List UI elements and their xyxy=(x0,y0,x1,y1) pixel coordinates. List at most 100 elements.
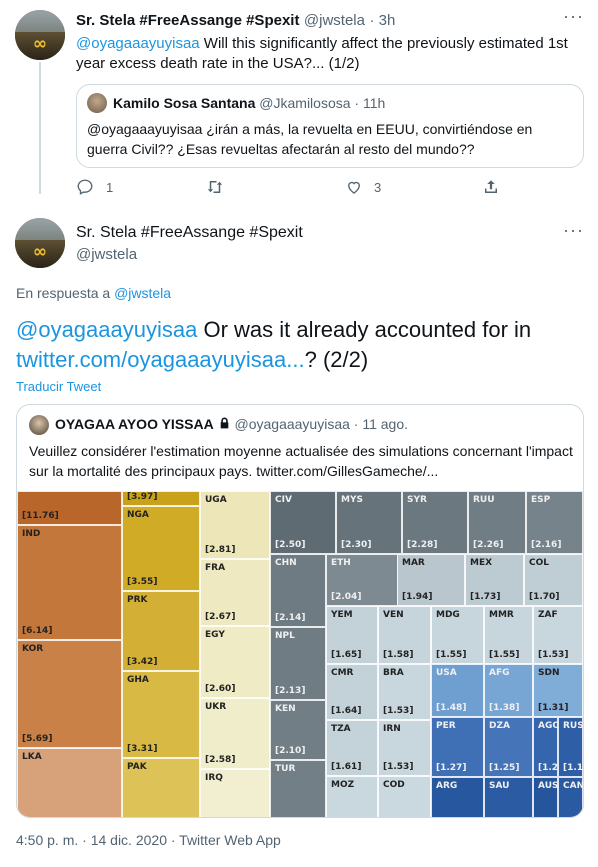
quoted-text: @oyagaaayuyisaa ¿irán a más, la revuelta… xyxy=(87,121,533,157)
treemap-cell: [3.97] xyxy=(122,491,200,506)
treemap-value-label: [1.65] xyxy=(331,650,362,660)
treemap-country-label: EGY xyxy=(205,630,225,640)
treemap-cell: CAN xyxy=(558,777,583,817)
treemap-value-label: [2.28] xyxy=(407,540,438,550)
treemap-cell: SDN [1.31] xyxy=(533,664,583,717)
quoted-handle: @oyagaaayuyisaa xyxy=(234,416,350,432)
quoted-avatar xyxy=(29,415,49,435)
treemap-value-label: [3.55] xyxy=(127,577,158,587)
treemap-country-label: KEN xyxy=(275,704,296,714)
mention-link[interactable]: @oyagaaayuyisaa xyxy=(16,317,197,342)
treemap-cell: ZAF [1.53] xyxy=(533,606,583,664)
more-options-icon[interactable]: ··· xyxy=(563,220,584,241)
share-button[interactable] xyxy=(482,178,500,196)
reply-count: 1 xyxy=(106,179,114,195)
treemap-country-label: NPL xyxy=(275,631,295,641)
treemap-cell: CIV [2.50] xyxy=(270,491,336,554)
quoted-avatar xyxy=(87,93,107,113)
tweet-footer[interactable]: 4:50 p. m. · 14 dic. 2020 · Twitter Web … xyxy=(16,832,281,848)
treemap-country-label: AUS xyxy=(538,781,559,791)
treemap-country-label: AFG xyxy=(489,668,510,678)
treemap-cell: KEN [2.10] xyxy=(270,700,326,760)
reply-button[interactable]: 1 xyxy=(76,178,113,196)
treemap-country-label: ETH xyxy=(331,558,351,568)
thread-line xyxy=(39,62,41,194)
treemap-value-label: [2.58] xyxy=(205,755,236,765)
display-name[interactable]: Sr. Stela #FreeAssange #Spexit xyxy=(76,224,303,242)
treemap-value-label: [3.31] xyxy=(127,744,158,754)
tweet-header: Sr. Stela #FreeAssange #Spexit @jwstela … xyxy=(76,12,395,30)
treemap-cell: MYS [2.30] xyxy=(336,491,402,554)
translate-tweet-link[interactable]: Traducir Tweet xyxy=(16,379,101,394)
treemap-cell: ARG xyxy=(431,777,484,817)
treemap-value-label: [1.25] xyxy=(489,763,520,773)
treemap-country-label: ZAF xyxy=(538,610,558,620)
treemap-value-label: [3.42] xyxy=(127,657,158,667)
quoted-tweet[interactable]: Kamilo Sosa Santana @Jkamilososa · 11h @… xyxy=(76,84,584,168)
reply-to-link[interactable]: @jwstela xyxy=(114,285,171,301)
tweet-url-link[interactable]: twitter.com/oyagaaayuyisaa... xyxy=(16,347,305,372)
treemap-country-label: RUU xyxy=(473,495,495,505)
more-options-icon[interactable]: ··· xyxy=(563,6,584,27)
treemap-value-label: [1.16] xyxy=(563,763,584,773)
treemap-chart[interactable]: [11.76] IND [6.14] KOR [5.69] LKA [3.97] NGA [3.… xyxy=(17,491,584,817)
retweet-button[interactable] xyxy=(205,178,225,196)
treemap-cell: SAU xyxy=(484,777,533,817)
treemap-country-label: SYR xyxy=(407,495,427,505)
user-handle[interactable]: @jwstela xyxy=(304,12,365,29)
heart-icon xyxy=(348,181,360,194)
treemap-country-label: KOR xyxy=(22,644,44,654)
treemap-cell: KOR [5.69] xyxy=(17,640,122,748)
treemap-cell: IND [6.14] xyxy=(17,525,122,640)
treemap-country-label: VEN xyxy=(383,610,404,620)
timestamp[interactable]: · 3h xyxy=(369,12,395,29)
treemap-cell: YEM [1.65] xyxy=(326,606,378,664)
user-avatar[interactable]: ∞ xyxy=(15,218,65,268)
treemap-cell: EGY [2.60] xyxy=(200,626,270,698)
treemap-country-label: MAR xyxy=(402,558,425,568)
lock-icon xyxy=(220,417,228,429)
treemap-value-label: [1.31] xyxy=(538,703,569,713)
like-button[interactable]: 3 xyxy=(345,178,381,196)
treemap-country-label: SDN xyxy=(538,668,560,678)
treemap-cell: COD xyxy=(378,776,431,817)
reply-context: En respuesta a @jwstela xyxy=(16,285,172,301)
treemap-cell: NGA [3.55] xyxy=(122,506,200,591)
treemap-value-label: [6.14] xyxy=(22,626,53,636)
treemap-country-label: PAK xyxy=(127,762,147,772)
quoted-timestamp: · 11h xyxy=(354,95,386,111)
user-avatar[interactable]: ∞ xyxy=(15,10,65,60)
treemap-cell: SYR [2.28] xyxy=(402,491,468,554)
treemap-value-label: [1.94] xyxy=(402,592,433,602)
mention-link[interactable]: @oyagaaayuyisaa xyxy=(76,35,200,52)
user-handle[interactable]: @jwstela xyxy=(76,246,137,263)
treemap-value-label: [2.30] xyxy=(341,540,372,550)
quoted-tweet[interactable]: OYAGAA AYOO YISSAA @oyagaaayuyisaa · 11 … xyxy=(16,404,584,818)
treemap-value-label: [1.53] xyxy=(538,650,569,660)
tweet-text: @oyagaaayuyisaa Or was it already accoun… xyxy=(16,317,532,372)
treemap-cell: [11.76] xyxy=(17,491,122,525)
treemap-cell: FRA [2.67] xyxy=(200,559,270,626)
treemap-country-label: ARG xyxy=(436,781,458,791)
treemap-country-label: DZA xyxy=(489,721,510,731)
treemap-country-label: NGA xyxy=(127,510,149,520)
quoted-text: Veuillez considérer l'estimation moyenne… xyxy=(29,443,573,479)
treemap-value-label: [2.26] xyxy=(473,540,504,550)
treemap-value-label: [1.53] xyxy=(383,762,414,772)
treemap-cell: NPL [2.13] xyxy=(270,627,326,700)
treemap-cell: USA [1.48] xyxy=(431,664,484,717)
treemap-value-label: [2.10] xyxy=(275,746,306,756)
treemap-country-label: BRA xyxy=(383,668,404,678)
treemap-value-label: [1.55] xyxy=(489,650,520,660)
treemap-value-label: [2.04] xyxy=(331,592,362,602)
treemap-country-label: RUS xyxy=(563,721,584,731)
treemap-value-label: [2.60] xyxy=(205,684,236,694)
treemap-country-label: AGO xyxy=(538,721,561,731)
treemap-country-label: LKA xyxy=(22,752,42,762)
treemap-cell: RUU [2.26] xyxy=(468,491,526,554)
treemap-country-label: CHN xyxy=(275,558,297,568)
treemap-country-label: IND xyxy=(22,529,41,539)
treemap-cell: AUS xyxy=(533,777,559,817)
treemap-value-label: [3.97] xyxy=(127,492,158,502)
display-name[interactable]: Sr. Stela #FreeAssange #Spexit xyxy=(76,12,299,29)
